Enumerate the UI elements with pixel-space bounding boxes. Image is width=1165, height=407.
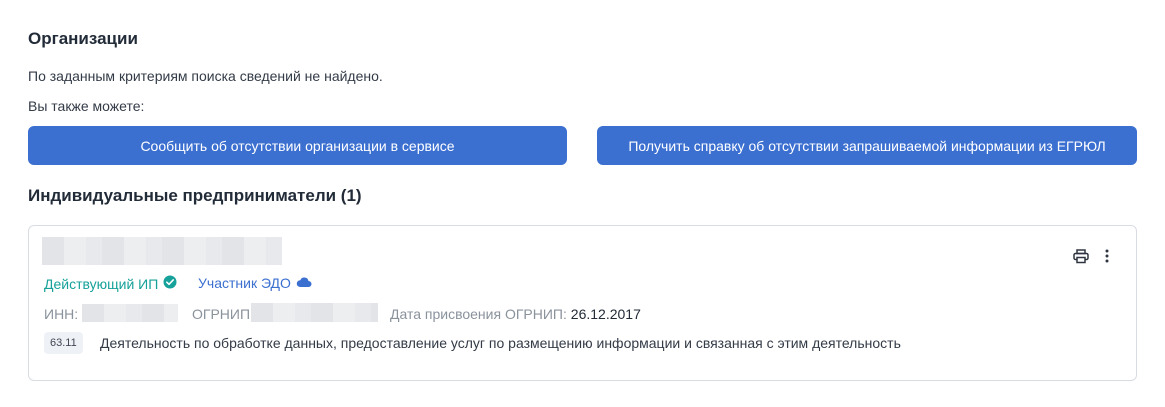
edo-participant-badge[interactable]: Участник ЭДО (198, 275, 312, 291)
entrepreneurs-title: Индивидуальные предприниматели (1) (28, 186, 362, 205)
organizations-title: Организации (28, 29, 138, 48)
edo-label: Участник ЭДО (198, 275, 291, 291)
ogrnip-date-label: Дата присвоения ОГРНИП: (390, 306, 567, 322)
printer-icon[interactable] (1071, 246, 1091, 266)
report-missing-button[interactable]: Сообщить об отсутствии организации в сер… (28, 126, 567, 165)
ogrnip-date-value: 26.12.2017 (570, 306, 641, 322)
inn-label: ИНН: (44, 306, 79, 322)
also-text: Вы также можете: (28, 98, 145, 114)
inn-value-redacted (82, 304, 178, 322)
check-circle-icon (163, 275, 177, 292)
cloud-icon (296, 275, 312, 291)
okved-description: Деятельность по обработке данных, предос… (100, 335, 901, 351)
entrepreneur-card: Действующий ИП Участник ЭДО ИНН: ОГРНИП:… (28, 225, 1137, 381)
ogrnip-label: ОГРНИП: (192, 306, 254, 322)
status-active-badge: Действующий ИП (44, 275, 177, 292)
status-active-label: Действующий ИП (44, 275, 159, 292)
not-found-text: По заданным критериям поиска сведений не… (28, 68, 383, 84)
get-certificate-button-label: Получить справку об отсутствии запрашива… (628, 137, 1106, 154)
get-certificate-button[interactable]: Получить справку об отсутствии запрашива… (597, 126, 1137, 165)
okved-code-badge: 63.11 (44, 332, 83, 354)
ogrnip-date: Дата присвоения ОГРНИП: 26.12.2017 (390, 306, 641, 322)
ogrnip-value-redacted (251, 303, 378, 322)
report-missing-button-label: Сообщить об отсутствии организации в сер… (140, 137, 455, 154)
name-redacted[interactable] (42, 237, 282, 265)
more-vertical-icon[interactable] (1097, 246, 1117, 266)
